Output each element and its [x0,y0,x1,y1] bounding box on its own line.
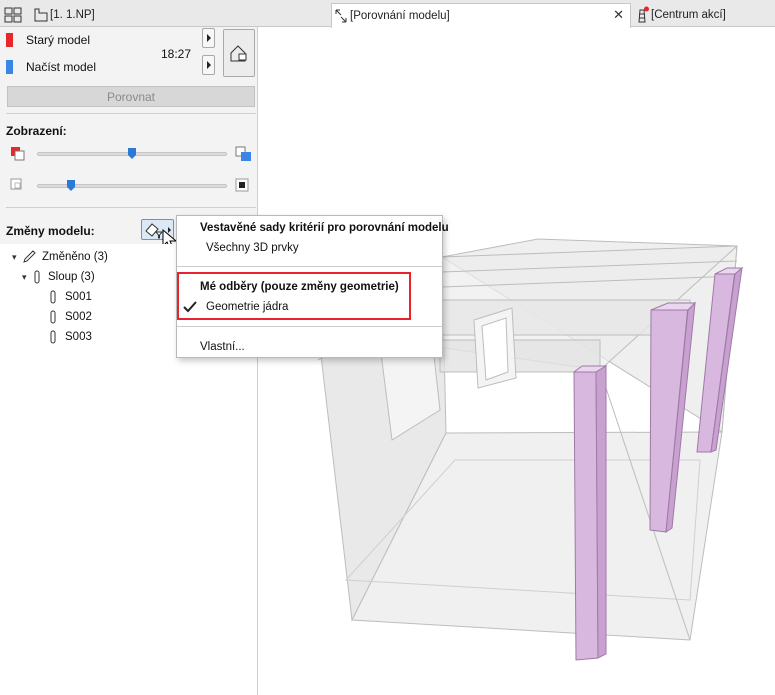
tree-item-s001[interactable]: S001 [48,290,92,304]
load-model-label: Načíst model [26,60,97,74]
old-model-swatch [6,33,13,47]
new-model-swatch [6,60,13,74]
column-icon [50,330,56,344]
floor-plan-icon [32,6,50,24]
column-icon [34,270,40,284]
balance-slider-thumb[interactable] [128,148,136,159]
3d-viewport[interactable] [258,27,775,695]
arrow-right-icon [206,61,211,69]
builtin-criteria-header: Vestavěné sady kritérií pro porovnání mo… [200,222,449,234]
lighthouse-icon [633,6,651,24]
transparency-slider-track[interactable] [37,184,227,188]
tab-floor-plan-label: [1. 1.NP] [50,9,95,21]
tree-item-s002[interactable]: S002 [48,310,92,324]
tree-label-changed: Změněno (3) [42,251,108,263]
tab-model-compare[interactable]: [Porovnání modelu] ✕ [331,3,631,28]
collapse-arrow-icon: ▾ [12,251,17,262]
transparency-slider-thumb[interactable] [67,180,75,191]
tree-item-s003[interactable]: S003 [48,330,92,344]
transparency-light-icon [10,178,22,190]
column-icon [50,290,56,304]
compare-panel: Starý model 18:27 Načíst model Porovnat … [0,27,258,695]
column-s001 [573,365,599,661]
divider [6,113,256,114]
tab-action-center[interactable]: [Centrum akcí] [633,3,773,27]
tab-model-compare-label: [Porovnání modelu] [350,10,450,22]
divider [6,207,256,208]
menu-divider [177,326,442,327]
tree-label-columns: Sloup (3) [48,271,95,283]
pencil-icon [23,250,36,263]
menu-item-all-3d-elements[interactable]: Všechny 3D prvky [206,242,299,254]
tab-action-center-label: [Centrum akcí] [651,9,726,21]
compare-arrows-icon [332,7,350,25]
collapse-arrow-icon: ▾ [22,271,27,282]
tree-label-s001: S001 [65,291,92,303]
model-time: 18:27 [161,47,192,61]
tree-node-changed[interactable]: ▾ Změněno (3) [12,250,108,264]
compare-button[interactable]: Porovnat [7,86,255,107]
house-swap-icon [230,45,247,62]
column-icon [50,310,56,324]
display-heading: Zobrazení: [6,124,67,138]
transparency-dark-icon [235,178,249,192]
menu-divider [177,266,442,267]
tree-label-s003: S003 [65,331,92,343]
new-model-opacity-icon [235,146,251,161]
arrow-right-icon [206,34,211,42]
layout-grid-icon[interactable] [4,3,28,27]
swap-models-button[interactable] [223,29,255,77]
close-icon[interactable]: ✕ [613,7,624,23]
model-compare-window: [1. 1.NP] [Porovnání modelu] ✕ [Centrum … [0,0,775,695]
menu-item-custom[interactable]: Vlastní... [200,341,245,353]
old-model-opacity-icon [11,147,25,161]
load-model-menu-button[interactable] [202,55,215,75]
model-changes-heading: Změny modelu: [6,224,95,238]
old-model-label: Starý model [26,33,91,47]
tab-floor-plan[interactable]: [1. 1.NP] [32,3,122,27]
tree-node-columns[interactable]: ▾ Sloup (3) [22,270,95,284]
annotation-highlight-frame [177,272,411,320]
old-model-menu-button[interactable] [202,28,215,48]
tree-label-s002: S002 [65,311,92,323]
tab-bar: [1. 1.NP] [Porovnání modelu] ✕ [Centrum … [0,0,775,28]
